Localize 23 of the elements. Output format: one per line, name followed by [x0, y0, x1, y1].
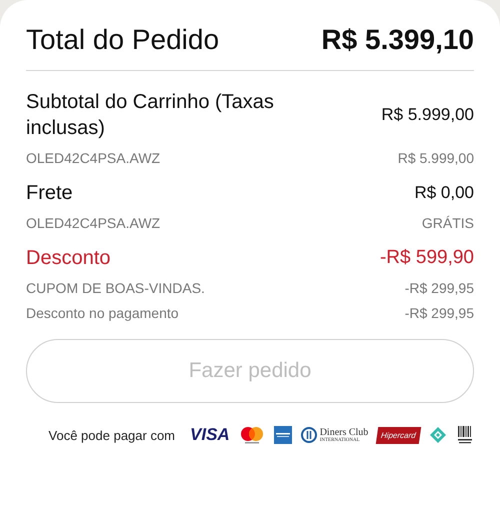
section-amount: R$ 0,00: [414, 183, 474, 203]
pix-logo: [429, 426, 447, 444]
mastercard-logo: [238, 426, 265, 444]
section-amount: R$ 5.999,00: [381, 105, 474, 125]
visa-logo: VISA: [190, 425, 230, 445]
section-label: Frete: [26, 181, 73, 206]
line-value: R$ 5.999,00: [398, 150, 474, 166]
hipercard-logo: Hipercard: [376, 426, 422, 444]
total-label: Total do Pedido: [26, 24, 220, 56]
line-label: CUPOM DE BOAS-VINDAS.: [26, 280, 205, 296]
amex-logo: [274, 426, 292, 444]
line-value: GRÁTIS: [422, 215, 474, 231]
line-value: -R$ 299,95: [404, 305, 474, 321]
line-label: OLED42C4PSA.AWZ: [26, 150, 160, 166]
section-label: Subtotal do Carrinho (Taxas inclusas): [26, 90, 275, 141]
payment-label: Você pode pagar com: [48, 428, 176, 442]
section-amount: -R$ 599,90: [380, 247, 474, 269]
barcode-icon: [456, 425, 474, 445]
line-label: OLED42C4PSA.AWZ: [26, 215, 160, 231]
line-label: Desconto no pagamento: [26, 305, 179, 321]
line-value: -R$ 299,95: [404, 280, 474, 296]
section-label: Desconto: [26, 246, 110, 271]
total-amount: R$ 5.399,10: [321, 24, 474, 56]
